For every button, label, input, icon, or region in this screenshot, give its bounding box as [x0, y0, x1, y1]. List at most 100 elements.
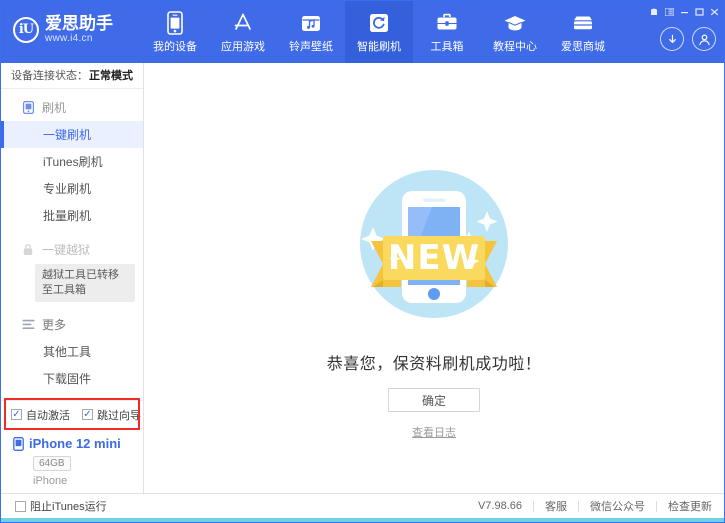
divider: [656, 500, 657, 512]
sidebar-group-label: 刷机: [42, 101, 67, 116]
tab-label: 铃声壁纸: [289, 40, 333, 53]
sidebar-item-batch-flash[interactable]: 批量刷机: [1, 202, 143, 229]
tab-ringtones-wallpaper[interactable]: 铃声壁纸: [277, 1, 345, 63]
skin-icon[interactable]: [647, 5, 661, 19]
logo-title: 爱思助手: [45, 14, 113, 33]
tab-label: 应用游戏: [221, 40, 265, 53]
tab-label: 爱思商城: [561, 40, 605, 53]
jailbreak-moved-tooltip: 越狱工具已转移至工具箱: [35, 263, 135, 302]
status-bar-right: V7.98.66 客服 微信公众号 检查更新: [478, 498, 724, 514]
main-content: NEW 恭喜您，保资料刷机成功啦！ 确定 查看日志: [144, 63, 724, 493]
app-header: iU 爱思助手 www.i4.cn 我的设备 应用游戏 铃声壁纸 智能刷机 工具…: [1, 1, 724, 63]
tab-my-device[interactable]: 我的设备: [141, 1, 209, 63]
window-controls: [647, 5, 721, 19]
sidebar-options: ✓ 自动激活 ✓ 跳过向导: [1, 400, 143, 428]
tab-label: 教程中心: [493, 40, 537, 53]
sidebar: 设备连接状态： 正常模式 刷机 一键刷机 iTunes刷机 专业刷机 批量刷机 …: [1, 63, 144, 493]
close-icon[interactable]: [707, 5, 721, 19]
connection-status: 设备连接状态： 正常模式: [1, 63, 143, 89]
checkbox-skip-setup[interactable]: ✓ 跳过向导: [82, 407, 141, 423]
shop-icon: [571, 11, 595, 35]
checkbox-label: 自动激活: [26, 409, 70, 422]
sidebar-item-label: 一键刷机: [43, 127, 92, 142]
logo-mark-icon: iU: [13, 16, 39, 43]
device-name: iPhone 12 mini: [29, 436, 121, 451]
sidebar-item-download-firmware[interactable]: 下载固件: [1, 365, 143, 392]
header-actions: [660, 27, 716, 51]
connected-device-card[interactable]: iPhone 12 mini 64GB iPhone: [1, 428, 143, 493]
check-icon: ✓: [83, 408, 92, 420]
sidebar-group-flash: 刷机: [1, 95, 143, 121]
sidebar-item-one-click-flash[interactable]: 一键刷机: [1, 120, 143, 148]
music-box-icon: [300, 11, 322, 35]
maximize-icon[interactable]: [692, 5, 706, 19]
view-log-link[interactable]: 查看日志: [412, 424, 456, 440]
logo-text: 爱思助手 www.i4.cn: [45, 15, 113, 44]
logo-url: www.i4.cn: [45, 33, 93, 44]
tab-smart-flash[interactable]: 智能刷机: [345, 1, 413, 63]
menu-icon[interactable]: [662, 5, 676, 19]
checkbox-label: 阻止iTunes运行: [30, 501, 107, 513]
device-type: iPhone: [33, 475, 68, 487]
tab-tutorial-center[interactable]: 教程中心: [481, 1, 549, 63]
refresh-icon: [368, 11, 390, 35]
graduation-cap-icon: [503, 11, 527, 35]
phone-icon: [167, 10, 183, 35]
checkbox-box: ✓: [11, 409, 22, 420]
new-phone-badge-illustration: NEW: [329, 159, 539, 334]
app-window: iU 爱思助手 www.i4.cn 我的设备 应用游戏 铃声壁纸 智能刷机 工具…: [0, 0, 725, 523]
lock-icon: [21, 243, 35, 257]
sidebar-options-wrap: ✓ 自动激活 ✓ 跳过向导: [1, 398, 143, 430]
list-icon: [21, 318, 35, 332]
minimize-icon[interactable]: [677, 5, 691, 19]
status-bar: 阻止iTunes运行 V7.98.66 客服 微信公众号 检查更新: [1, 493, 724, 518]
sidebar-item-pro-flash[interactable]: 专业刷机: [1, 175, 143, 202]
checkbox-box: [15, 500, 26, 512]
menu-spacer: [1, 229, 143, 237]
check-icon: ✓: [12, 408, 21, 420]
tab-i4-store[interactable]: 爱思商城: [549, 1, 617, 63]
sidebar-menu: 刷机 一键刷机 iTunes刷机 专业刷机 批量刷机 一键越狱 越狱工具已转移至…: [1, 89, 143, 400]
app-body: 设备连接状态： 正常模式 刷机 一键刷机 iTunes刷机 专业刷机 批量刷机 …: [1, 63, 724, 522]
sidebar-group-label: 一键越狱: [42, 243, 91, 258]
sidebar-item-label: iTunes刷机: [43, 154, 103, 169]
download-icon[interactable]: [660, 27, 684, 51]
checkbox-label: 跳过向导: [97, 409, 141, 422]
sidebar-item-advanced-features[interactable]: 高级功能: [1, 392, 143, 400]
sidebar-item-label: 批量刷机: [43, 208, 92, 223]
confirm-button[interactable]: 确定: [388, 388, 480, 412]
device-capacity: 64GB: [33, 456, 71, 471]
checkbox-box: ✓: [82, 409, 93, 420]
sidebar-group-label: 更多: [42, 318, 67, 333]
menu-spacer: [1, 304, 143, 312]
result-message: 恭喜您，保资料刷机成功啦！: [326, 356, 542, 373]
device-flash-icon: [21, 101, 35, 115]
tab-apps-games[interactable]: 应用游戏: [209, 1, 277, 63]
sidebar-item-itunes-flash[interactable]: iTunes刷机: [1, 148, 143, 175]
appstore-icon: [231, 11, 255, 35]
check-update-link[interactable]: 检查更新: [668, 498, 712, 514]
app-logo[interactable]: iU 爱思助手 www.i4.cn: [13, 15, 133, 44]
sidebar-item-label: 下载固件: [43, 371, 92, 386]
sidebar-group-more: 更多: [1, 312, 143, 338]
bottom-accent-bar: [1, 518, 724, 522]
connection-status-label: 设备连接状态：: [11, 70, 88, 83]
tab-label: 智能刷机: [357, 40, 401, 53]
sidebar-item-other-tools[interactable]: 其他工具: [1, 338, 143, 365]
svg-text:NEW: NEW: [388, 238, 480, 278]
sidebar-group-jailbreak: 一键越狱: [1, 237, 143, 263]
tab-label: 工具箱: [430, 40, 464, 53]
customer-service-link[interactable]: 客服: [545, 498, 567, 514]
toolbox-icon: [435, 11, 459, 35]
sidebar-item-label: 其他工具: [43, 344, 92, 359]
divider: [578, 500, 579, 512]
user-account-icon[interactable]: [692, 27, 716, 51]
block-itunes-checkbox[interactable]: 阻止iTunes运行: [1, 498, 107, 514]
phone-small-icon: [13, 436, 24, 451]
checkbox-auto-activate[interactable]: ✓ 自动激活: [11, 407, 70, 423]
main-nav-tabs: 我的设备 应用游戏 铃声壁纸 智能刷机 工具箱 教程中心 爱思商城: [141, 1, 617, 63]
wechat-official-link[interactable]: 微信公众号: [590, 498, 645, 514]
connection-status-value: 正常模式: [89, 70, 133, 83]
tab-label: 我的设备: [153, 40, 197, 53]
tab-toolbox[interactable]: 工具箱: [413, 1, 481, 63]
